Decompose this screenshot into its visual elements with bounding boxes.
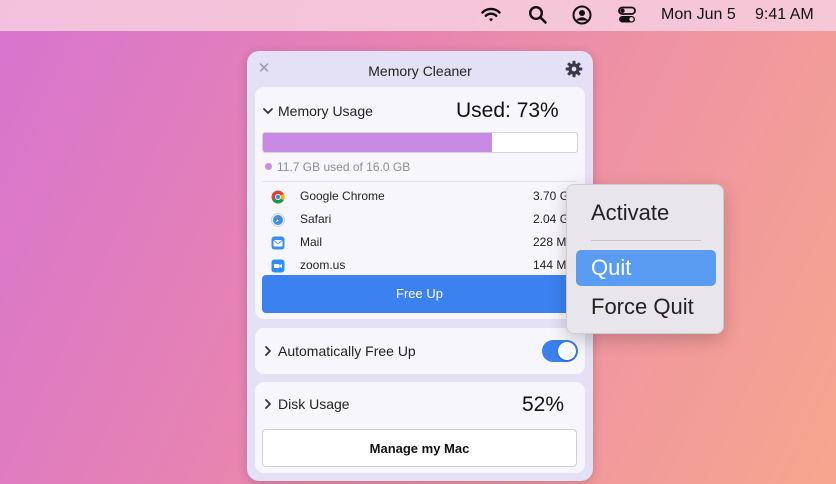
- memory-legend: 11.7 GB used of 16.0 GB: [277, 160, 411, 174]
- legend-dot: [265, 163, 272, 170]
- user-account-icon[interactable]: [572, 5, 592, 25]
- app-row-google-chrome[interactable]: Google Chrome 3.70 GB: [271, 187, 585, 207]
- app-row-mail[interactable]: Mail 228 MB: [271, 233, 585, 253]
- auto-free-up-label[interactable]: Automatically Free Up: [278, 343, 416, 359]
- chevron-down-icon[interactable]: [262, 105, 274, 117]
- app-row-zoom[interactable]: zoom.us 144 MB: [271, 256, 585, 276]
- control-center-icon[interactable]: [617, 5, 637, 25]
- disk-usage-value: 52%: [522, 393, 565, 416]
- wifi-icon[interactable]: [481, 5, 501, 25]
- app-name: Google Chrome: [300, 189, 385, 203]
- auto-free-up-card: Automatically Free Up: [255, 328, 585, 374]
- disk-usage-card: Disk Usage 52% Manage my Mac: [255, 382, 585, 473]
- menu-separator: [591, 240, 701, 241]
- chrome-icon: [271, 190, 285, 204]
- toggle-knob: [558, 342, 576, 360]
- menu-bar: Mon Jun 5 9:41 AM: [0, 0, 836, 31]
- memory-used-value: Used: 73%: [456, 99, 559, 122]
- memory-cleaner-panel: ✕ Memory Cleaner Memory Usage Used: 73% …: [247, 51, 593, 481]
- gear-icon[interactable]: [565, 60, 583, 78]
- zoom-icon: [271, 259, 285, 273]
- menu-item-quit[interactable]: Quit: [576, 250, 716, 286]
- menubar-date[interactable]: Mon Jun 5: [661, 6, 736, 24]
- app-name: Safari: [300, 212, 332, 226]
- chevron-right-icon[interactable]: [262, 345, 274, 357]
- memory-usage-card: Memory Usage Used: 73% 11.7 GB used of 1…: [255, 87, 585, 319]
- search-icon[interactable]: [528, 5, 548, 25]
- menu-item-label: Activate: [591, 200, 670, 225]
- memory-usage-bar: [262, 132, 578, 153]
- manage-my-mac-button[interactable]: Manage my Mac: [262, 429, 577, 467]
- app-name: zoom.us: [300, 258, 346, 272]
- menubar-time[interactable]: 9:41 AM: [755, 6, 814, 24]
- app-context-menu: Activate Quit Force Quit: [566, 184, 724, 334]
- chevron-right-icon[interactable]: [262, 398, 274, 410]
- safari-icon: [271, 213, 285, 227]
- divider: [262, 181, 577, 182]
- memory-usage-label[interactable]: Memory Usage: [278, 103, 373, 119]
- free-up-button[interactable]: Free Up: [262, 275, 577, 313]
- memory-usage-bar-fill: [263, 133, 493, 152]
- app-name: Mail: [300, 235, 323, 249]
- menu-item-label: Force Quit: [591, 294, 694, 319]
- mail-icon: [271, 236, 285, 250]
- menu-item-activate[interactable]: Activate: [576, 195, 716, 231]
- auto-free-up-toggle[interactable]: [542, 340, 578, 362]
- panel-title: Memory Cleaner: [368, 63, 472, 79]
- menu-item-force-quit[interactable]: Force Quit: [576, 289, 716, 325]
- menu-item-label: Quit: [591, 255, 632, 280]
- app-row-safari[interactable]: Safari 2.04 GB: [271, 210, 585, 230]
- disk-usage-label[interactable]: Disk Usage: [278, 396, 350, 412]
